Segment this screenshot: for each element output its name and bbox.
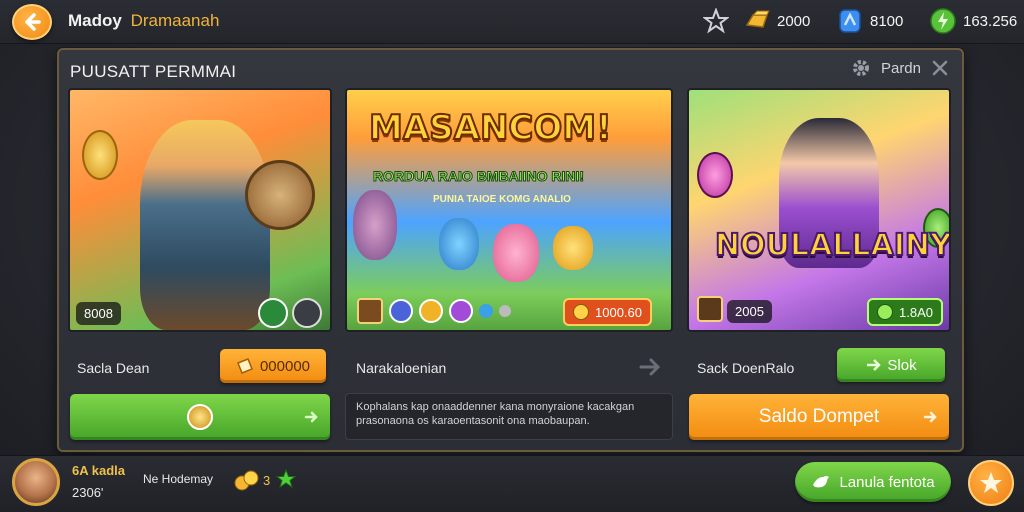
card-noulallainy-image[interactable]: NOULALLAINY 2005 1.8A0	[687, 88, 951, 332]
resource-energy[interactable]: 163.256	[929, 7, 1017, 35]
card-hero-warrior-image[interactable]: 8008	[68, 88, 332, 332]
share-button-label: Lanula fentota	[839, 473, 935, 491]
pink-fox-creature	[353, 190, 397, 260]
price-badge[interactable]: 1000.60	[563, 298, 652, 326]
player-score: 2306'	[72, 485, 104, 500]
resource-gold-value: 2000	[777, 12, 811, 30]
green-star-icon	[276, 469, 296, 489]
back-button[interactable]	[12, 4, 52, 40]
arrow-icon	[867, 359, 882, 371]
green-energy-icon	[930, 8, 956, 34]
item-slot-icon[interactable]	[499, 305, 511, 317]
star-icon[interactable]	[703, 8, 729, 34]
player-name: 6A kadla	[72, 463, 125, 478]
panel-tools: Pardn	[851, 58, 949, 78]
arrow-right-icon	[923, 411, 937, 423]
share-button[interactable]: Lanula fentota	[795, 462, 951, 502]
arrow-right-icon	[304, 411, 318, 423]
gear-icon[interactable]	[851, 58, 871, 78]
item-slot-icon[interactable]	[449, 299, 473, 323]
title-secondary: Dramaanah	[130, 11, 220, 30]
pink-creature	[493, 224, 539, 282]
card-label: Sack DoenRalo	[697, 360, 795, 376]
star-action-button[interactable]	[968, 460, 1014, 506]
star-icon	[980, 472, 1002, 493]
logo-subtitle-2: PUNIA TAIOE KOMG ANALIO	[433, 194, 571, 205]
card-masancom-image[interactable]: MASANCOM! RORDUA RAIO BMBAIINO RINI! PUN…	[345, 88, 673, 332]
star-count: 3	[263, 473, 271, 488]
resource-gem[interactable]: 8100	[836, 7, 903, 35]
resource-energy-value: 163.256	[963, 12, 1018, 30]
nickname: Ne Hodemay	[143, 472, 214, 486]
hero-warrior-figure	[140, 120, 270, 330]
coin-icon	[573, 304, 589, 320]
item-slot-icon[interactable]	[389, 299, 413, 323]
card-label: Narakaloenian	[356, 360, 447, 376]
resource-gold[interactable]: 2000	[743, 7, 810, 35]
logo-subtitle: RORDUA RAIO BMBAIINO RINI!	[372, 168, 585, 185]
panel-title: PUUSATT PERMMAI	[70, 62, 237, 81]
ticket-icon	[236, 358, 253, 374]
green-badge-value: 1.8A0	[899, 304, 933, 320]
item-slot-row	[357, 298, 511, 324]
gold-bar-icon	[745, 10, 770, 28]
card-label: Sacla Dean	[77, 360, 150, 376]
dollar-coin	[697, 152, 733, 198]
item-slot-icon[interactable]	[479, 304, 493, 318]
yellow-creature	[553, 226, 593, 270]
logo-title: MASANCOM!	[368, 107, 613, 149]
item-slot-icon[interactable]	[357, 298, 383, 324]
resource-gem-value: 8100	[870, 12, 904, 30]
sword-icon[interactable]	[292, 298, 322, 328]
green-badge[interactable]: 1.8A0	[867, 298, 943, 326]
select-button[interactable]: Slok	[837, 348, 945, 382]
filter-label[interactable]: Pardn	[881, 60, 921, 77]
blue-gem-icon	[839, 9, 861, 33]
close-icon[interactable]	[931, 59, 949, 77]
arrow-right-icon[interactable]	[638, 357, 662, 377]
page-title: Madoy Dramaanah	[68, 11, 219, 31]
energy-icon	[877, 304, 893, 320]
select-button-label: Slok	[887, 356, 917, 374]
bird-icon	[813, 476, 830, 488]
avatar[interactable]	[12, 458, 60, 506]
tool-icon[interactable]	[258, 298, 288, 328]
price-badge-value: 1000.60	[595, 304, 642, 320]
arrow-left-icon	[25, 13, 41, 31]
hero-shield	[245, 160, 315, 230]
gold-pile-icon	[234, 470, 259, 491]
title-primary: Madoy	[68, 11, 122, 30]
claim-button-label: 000000	[259, 357, 311, 375]
coin-icon	[187, 404, 213, 430]
card-badge: 8008	[76, 302, 121, 325]
hammer-icon[interactable]	[697, 296, 723, 322]
wallet-button[interactable]: Saldo Dompet	[689, 394, 949, 440]
logo-title: NOULALLAINY	[714, 227, 951, 264]
card-description: Kophalans kap onaaddenner kana monyraion…	[345, 393, 673, 440]
item-slot-icon[interactable]	[419, 299, 443, 323]
card-badge: 2005	[727, 300, 772, 323]
gold-coin	[82, 130, 118, 180]
play-button[interactable]	[70, 394, 330, 440]
blue-creature	[439, 218, 479, 270]
wallet-button-label: Saldo Dompet	[758, 406, 880, 427]
claim-button[interactable]: 000000	[220, 349, 326, 383]
